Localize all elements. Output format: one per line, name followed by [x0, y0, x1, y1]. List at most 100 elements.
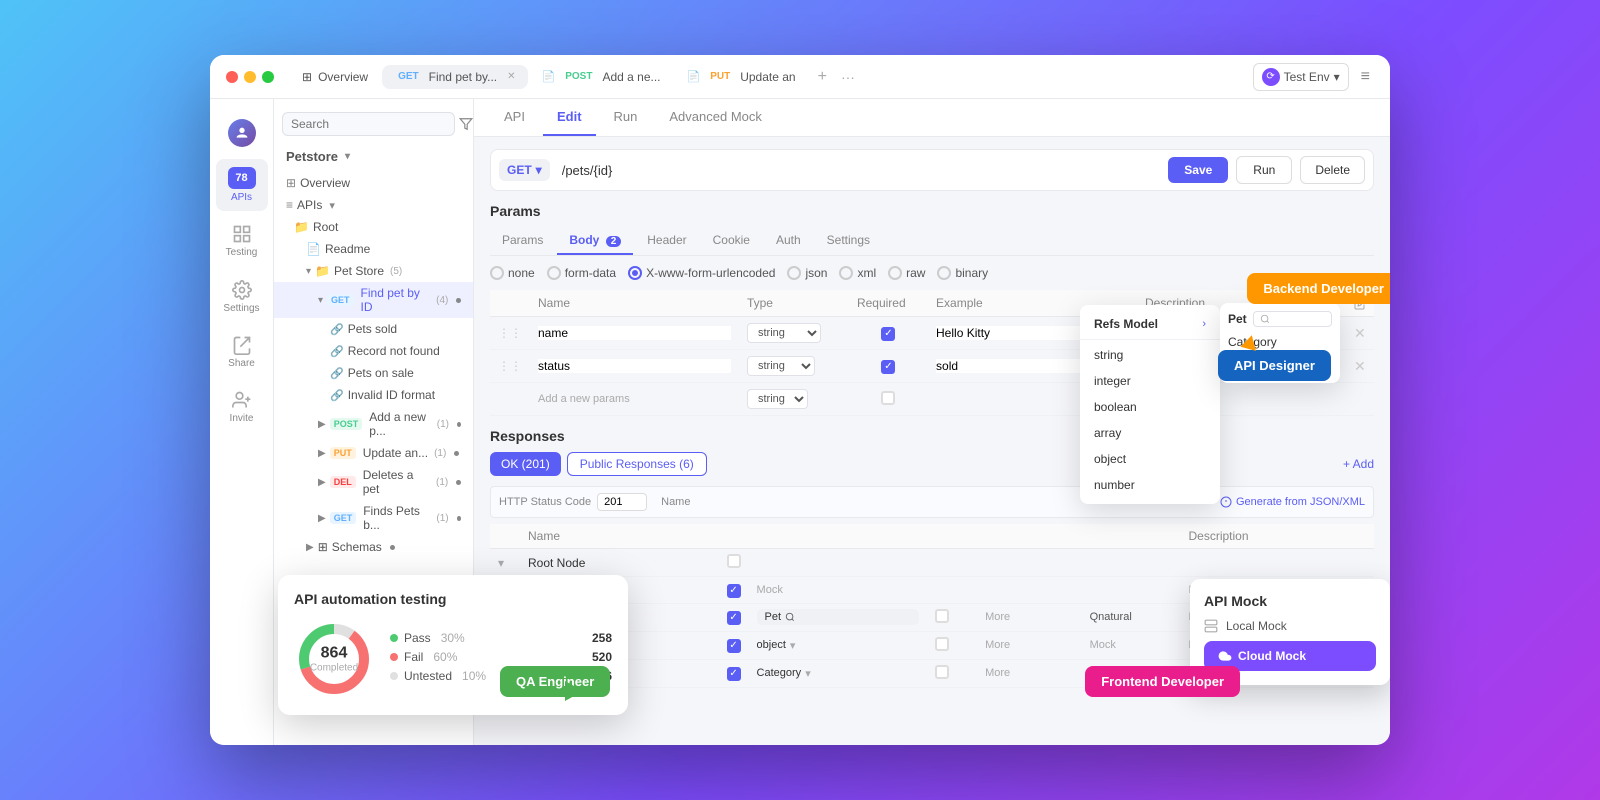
root-check[interactable]: [727, 554, 741, 568]
pet-ref-selector[interactable]: Pet: [757, 609, 920, 625]
type-object[interactable]: object: [1080, 446, 1220, 472]
refs-model-arrow[interactable]: ›: [1202, 318, 1206, 330]
response-tab-201[interactable]: OK (201): [490, 452, 561, 476]
traffic-light-green[interactable]: [262, 71, 274, 83]
env-selector[interactable]: ⟳ Test Env ▾: [1253, 63, 1349, 91]
method-selector[interactable]: GET ▾: [499, 159, 550, 181]
tree-readme[interactable]: 📄 Readme: [274, 238, 473, 260]
traffic-light-red[interactable]: [226, 71, 238, 83]
tab-advanced-mock[interactable]: Advanced Mock: [655, 99, 776, 136]
menu-icon[interactable]: ≡: [1357, 64, 1374, 90]
cat-type-selector[interactable]: Category ▾: [757, 667, 920, 680]
save-button[interactable]: Save: [1168, 157, 1228, 183]
tree-overview[interactable]: ⊞ Overview: [274, 172, 473, 194]
type-array[interactable]: array: [1080, 420, 1220, 446]
param-tab-body[interactable]: Body 2: [557, 227, 633, 255]
post-method-badge: POST: [330, 418, 363, 430]
body-type-x-www[interactable]: X-www-form-urlencoded: [628, 266, 775, 280]
tree-record-not-found[interactable]: 🔗 Record not found: [274, 340, 473, 362]
response-tab-public[interactable]: Public Responses (6): [567, 452, 707, 476]
add-required-checkbox[interactable]: [881, 391, 895, 405]
delete-row-2[interactable]: ✕: [1354, 358, 1366, 374]
body-type-raw[interactable]: raw: [888, 266, 925, 280]
tree-pets-sold[interactable]: 🔗 Pets sold: [274, 318, 473, 340]
cat-more-check[interactable]: [935, 665, 949, 679]
tab-post-add[interactable]: 📄 POST Add a ne...: [530, 65, 673, 89]
param-tab-cookie[interactable]: Cookie: [701, 227, 762, 255]
sidebar-item-testing[interactable]: Testing: [216, 215, 268, 266]
search-input[interactable]: [282, 112, 455, 136]
data-more-check[interactable]: [935, 609, 949, 623]
http-status-input[interactable]: [597, 493, 647, 511]
sidebar-item-avatar[interactable]: [216, 111, 268, 155]
required-checkbox-1[interactable]: ✓: [881, 327, 895, 341]
id-type-selector[interactable]: object ▾: [757, 639, 920, 652]
project-name[interactable]: Petstore ▾: [274, 145, 473, 172]
id-check[interactable]: ✓: [727, 639, 741, 653]
body-type-json[interactable]: json: [787, 266, 827, 280]
param-type-select-2[interactable]: string integer: [747, 356, 815, 376]
tree-get-finds-pets[interactable]: ▶ GET Finds Pets b... (1): [274, 500, 473, 536]
add-param-type[interactable]: string: [747, 389, 808, 409]
root-expand-icon[interactable]: ▾: [498, 556, 504, 570]
body-type-form-data[interactable]: form-data: [547, 266, 616, 280]
type-number[interactable]: number: [1080, 472, 1220, 498]
param-type-select[interactable]: string integer boolean: [747, 323, 821, 343]
tree-root[interactable]: 📁 Root: [274, 216, 473, 238]
body-type-binary[interactable]: binary: [937, 266, 988, 280]
tree-put-update[interactable]: ▶ PUT Update an... (1): [274, 442, 473, 464]
param-tab-header[interactable]: Header: [635, 227, 698, 255]
tab-edit[interactable]: Edit: [543, 99, 596, 136]
pet-search[interactable]: [1253, 311, 1332, 327]
drag-handle[interactable]: ⋮⋮: [498, 326, 522, 340]
tab-put-update[interactable]: 📄 PUT Update an: [675, 65, 808, 89]
sidebar-item-apis[interactable]: 78 APIs: [216, 159, 268, 211]
cat-check[interactable]: ✓: [727, 667, 741, 681]
tab-method-get: GET: [394, 70, 423, 83]
sidebar-item-invite[interactable]: Invite: [216, 381, 268, 432]
filter-button[interactable]: [459, 112, 473, 136]
generate-link[interactable]: Generate from JSON/XML: [1220, 496, 1365, 508]
tab-more-button[interactable]: ···: [837, 65, 859, 89]
type-string[interactable]: string: [1080, 342, 1220, 368]
run-button[interactable]: Run: [1236, 156, 1292, 184]
param-tab-settings[interactable]: Settings: [815, 227, 882, 255]
delete-button[interactable]: Delete: [1300, 156, 1365, 184]
tab-api[interactable]: API: [490, 99, 539, 136]
body-type-none[interactable]: none: [490, 266, 535, 280]
param-tab-auth[interactable]: Auth: [764, 227, 813, 255]
param-name-input[interactable]: [538, 326, 731, 340]
tab-add-button[interactable]: +: [810, 64, 835, 90]
code-check[interactable]: ✓: [727, 584, 741, 598]
add-response-button[interactable]: + Add: [1343, 457, 1374, 471]
type-boolean[interactable]: boolean: [1080, 394, 1220, 420]
tree-pet-store[interactable]: ▾ 📁 Pet Store (5): [274, 260, 473, 282]
traffic-light-yellow[interactable]: [244, 71, 256, 83]
tree-post-add[interactable]: ▶ POST Add a new p... (1): [274, 406, 473, 442]
drag-handle-2[interactable]: ⋮⋮: [498, 359, 522, 373]
sidebar-item-share[interactable]: Share: [216, 326, 268, 377]
tab-get-find-pet[interactable]: GET Find pet by... ✕: [382, 65, 527, 89]
tab-overview[interactable]: ⊞ Overview: [290, 65, 380, 89]
add-param-placeholder[interactable]: Add a new params: [538, 393, 630, 405]
tree-get-find-pet[interactable]: ▾ GET Find pet by ID (4): [274, 282, 473, 318]
delete-row-1[interactable]: ✕: [1354, 325, 1366, 341]
data-check[interactable]: ✓: [727, 611, 741, 625]
tree-schemas[interactable]: ▶ ⊞ Schemas: [274, 536, 473, 558]
sidebar-item-settings[interactable]: Settings: [216, 270, 268, 321]
url-input[interactable]: [558, 159, 1161, 182]
param-status-input[interactable]: [538, 359, 731, 373]
tree-pets-on-sale[interactable]: 🔗 Pets on sale: [274, 362, 473, 384]
tab-run[interactable]: Run: [600, 99, 652, 136]
required-checkbox-2[interactable]: ✓: [881, 360, 895, 374]
tree-del-label: Deletes a pet: [363, 468, 430, 496]
body-type-xml[interactable]: xml: [839, 266, 876, 280]
tree-apis[interactable]: ≡ APIs ▾: [274, 194, 473, 216]
type-integer[interactable]: integer: [1080, 368, 1220, 394]
tree-invalid-id[interactable]: 🔗 Invalid ID format: [274, 384, 473, 406]
tab-close-icon[interactable]: ✕: [507, 71, 515, 82]
qa-play-icon[interactable]: [565, 681, 583, 701]
param-tab-params[interactable]: Params: [490, 227, 555, 255]
id-more-check[interactable]: [935, 637, 949, 651]
tree-del-pet[interactable]: ▶ DEL Deletes a pet (1): [274, 464, 473, 500]
